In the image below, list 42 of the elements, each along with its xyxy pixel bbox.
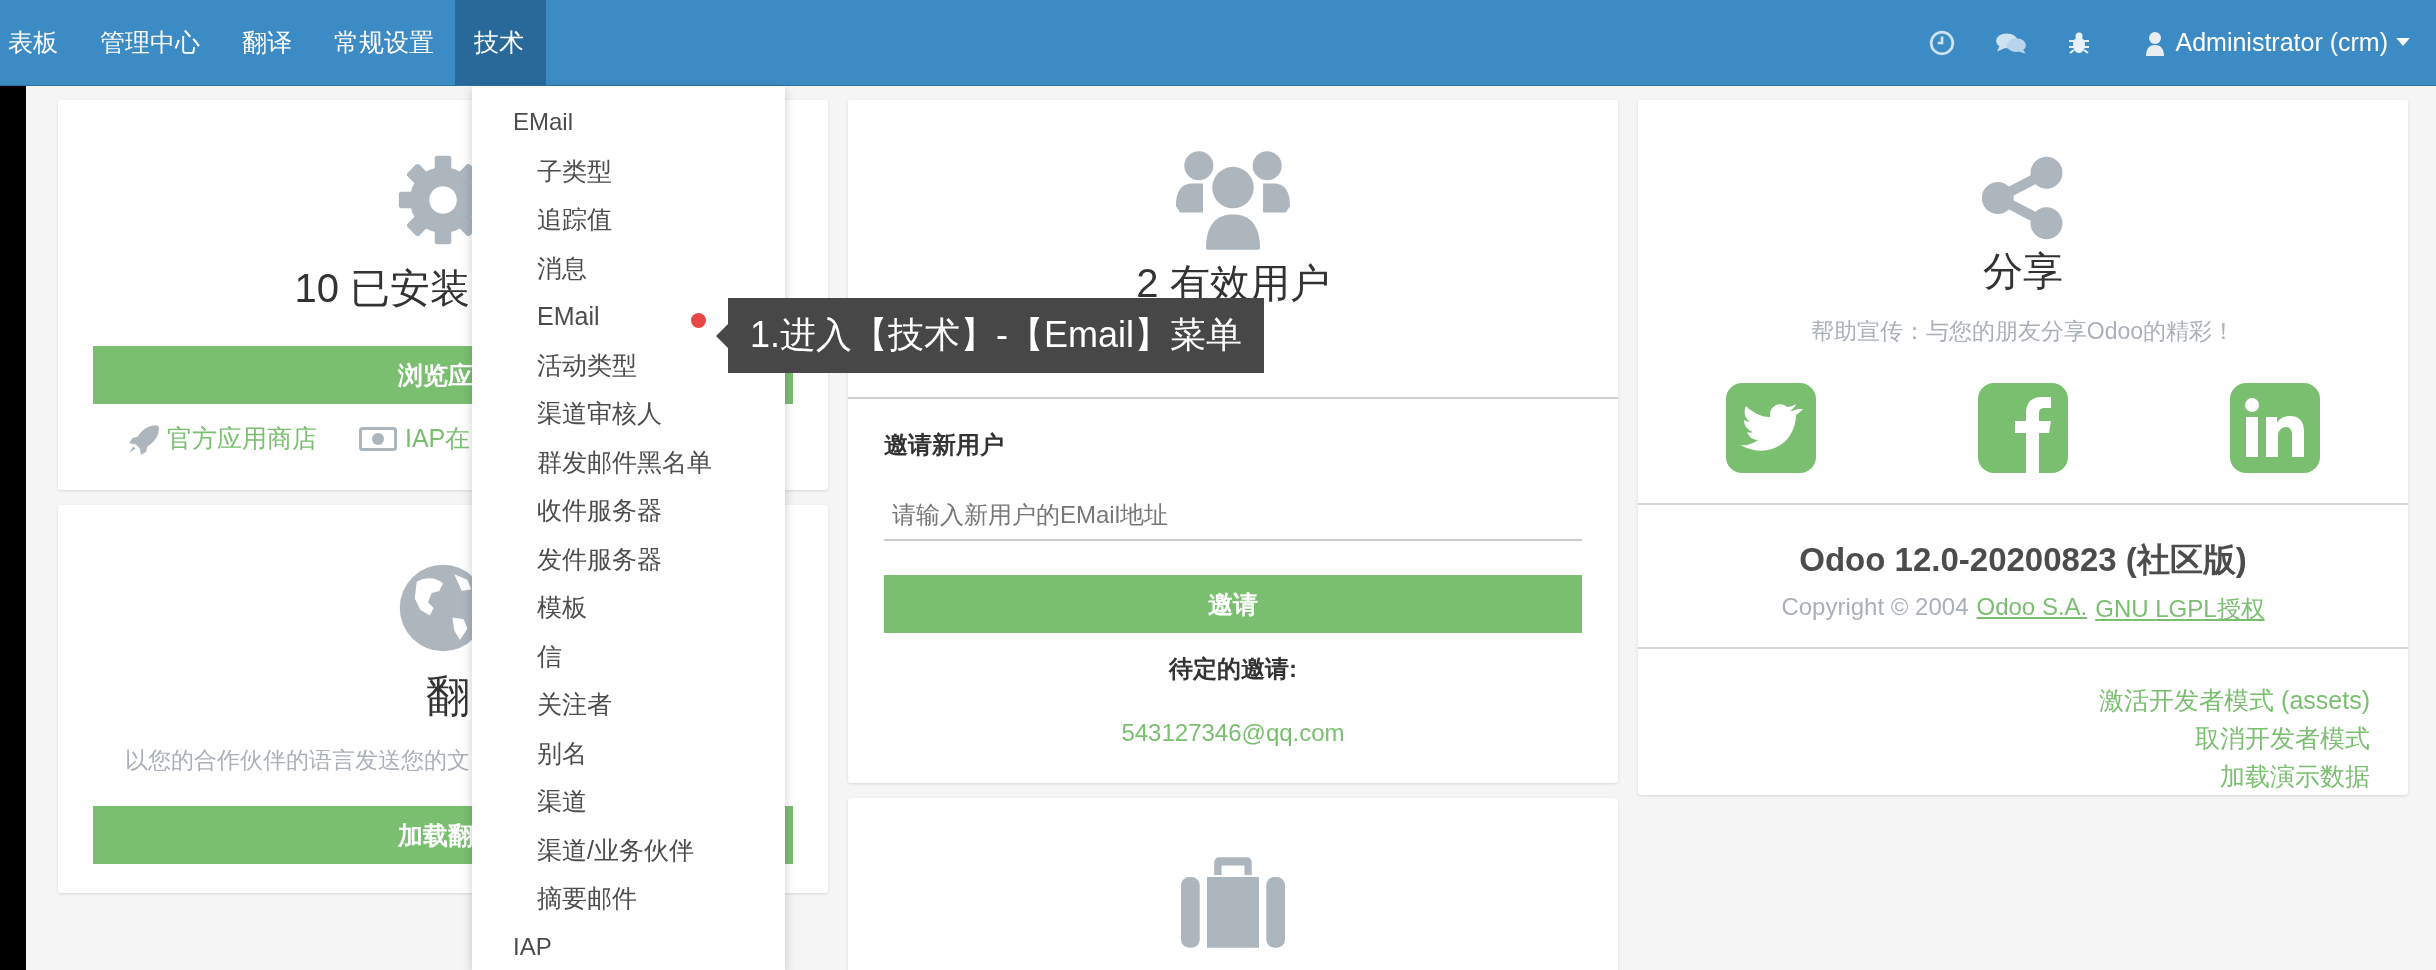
menu-section-header: IAP: [512, 931, 553, 962]
users-icon: [1176, 148, 1290, 252]
invite-heading: 邀请新用户: [884, 430, 1005, 460]
version-title: Odoo 12.0-20200823 (社区版): [1799, 540, 2247, 580]
nav-menu-item[interactable]: 翻译: [221, 0, 313, 85]
linkedin-icon[interactable]: [2230, 383, 2320, 473]
user-menu[interactable]: Administrator (crm): [2145, 28, 2410, 57]
clock-icon[interactable]: [1929, 29, 1956, 56]
banknote-icon: [359, 426, 397, 451]
menu-item[interactable]: 关注者: [472, 680, 785, 729]
menu-item[interactable]: 收件服务器: [472, 486, 785, 535]
menu-item[interactable]: 模板: [472, 583, 785, 632]
menu-item[interactable]: 别名: [472, 728, 785, 777]
menu-item[interactable]: 消息: [472, 243, 785, 292]
briefcase-icon: [1181, 856, 1285, 950]
menu-section-header: EMail: [512, 107, 574, 137]
translation-description: 以您的合作伙伴的语言发送您的文: [125, 746, 470, 775]
menu-item[interactable]: 摘要邮件: [472, 874, 785, 923]
copyright-text: Copyright © 2004: [1781, 593, 1969, 622]
pending-invitations-heading: 待定的邀请:: [1167, 654, 1298, 684]
nav-menu-item[interactable]: 常规设置: [313, 0, 455, 85]
facebook-icon[interactable]: [1978, 383, 2068, 473]
user-avatar-icon: [2145, 29, 2166, 56]
menu-item[interactable]: 群发邮件黑名单: [472, 437, 785, 486]
bird-icon[interactable]: [1726, 383, 1816, 473]
translation-heading: 翻: [426, 670, 470, 722]
share-description: 帮助宣传：与您的朋友分享Odoo的精彩！: [1810, 317, 2236, 346]
nav-menu-item[interactable]: 技术: [455, 0, 546, 85]
link-label: 官方应用商店: [167, 423, 317, 454]
menu-item[interactable]: 子类型: [472, 146, 785, 195]
link-label: IAP在: [405, 423, 471, 454]
nav-menu-item[interactable]: 管理中心: [79, 0, 221, 85]
menu-item[interactable]: 追踪值: [472, 195, 785, 244]
menu-item[interactable]: 信: [472, 631, 785, 680]
rocket-icon: [127, 422, 159, 455]
share-heading: 分享: [1983, 248, 2063, 295]
installed-apps-heading: 10 已安装: [294, 265, 470, 312]
nav-menu-item[interactable]: 表板: [0, 0, 79, 85]
user-name: Administrator (crm): [2175, 28, 2388, 57]
annotation-tooltip: 1.进入【技术】-【Email】菜单: [716, 298, 1265, 373]
menu-item[interactable]: 发件服务器: [472, 534, 785, 583]
caret-icon: [2396, 38, 2410, 47]
